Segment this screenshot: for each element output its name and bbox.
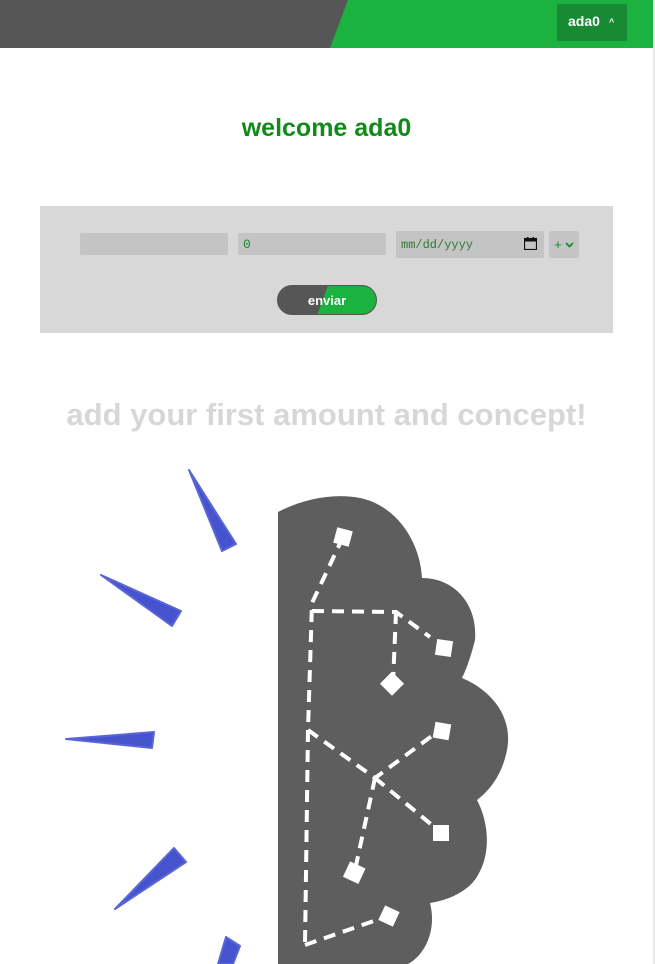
ray-decorations: [65, 469, 241, 964]
chevron-down-icon: [565, 241, 574, 248]
welcome-heading: welcome ada0: [241, 114, 412, 142]
empty-state-message: add your first amount and concept!: [66, 397, 587, 432]
empty-state-illustration: [65, 469, 509, 964]
sign-value: +: [554, 237, 562, 252]
date-input[interactable]: mm/dd/yyyy: [396, 231, 544, 258]
brain-shape: [278, 496, 509, 964]
concept-input[interactable]: [80, 233, 228, 255]
top-navbar: ada0 ^: [0, 0, 653, 48]
date-placeholder: mm/dd/yyyy: [401, 237, 474, 252]
user-name: ada0: [568, 13, 600, 29]
caret-up-icon: ^: [609, 17, 615, 27]
user-menu-button[interactable]: ada0 ^: [557, 4, 627, 41]
entry-form: mm/dd/yyyy + enviar: [40, 206, 613, 333]
amount-input[interactable]: [238, 233, 386, 255]
calendar-icon[interactable]: [524, 237, 537, 250]
sign-select[interactable]: +: [549, 231, 579, 258]
navbar-dark-section: [0, 0, 348, 48]
send-button[interactable]: enviar: [277, 285, 377, 315]
